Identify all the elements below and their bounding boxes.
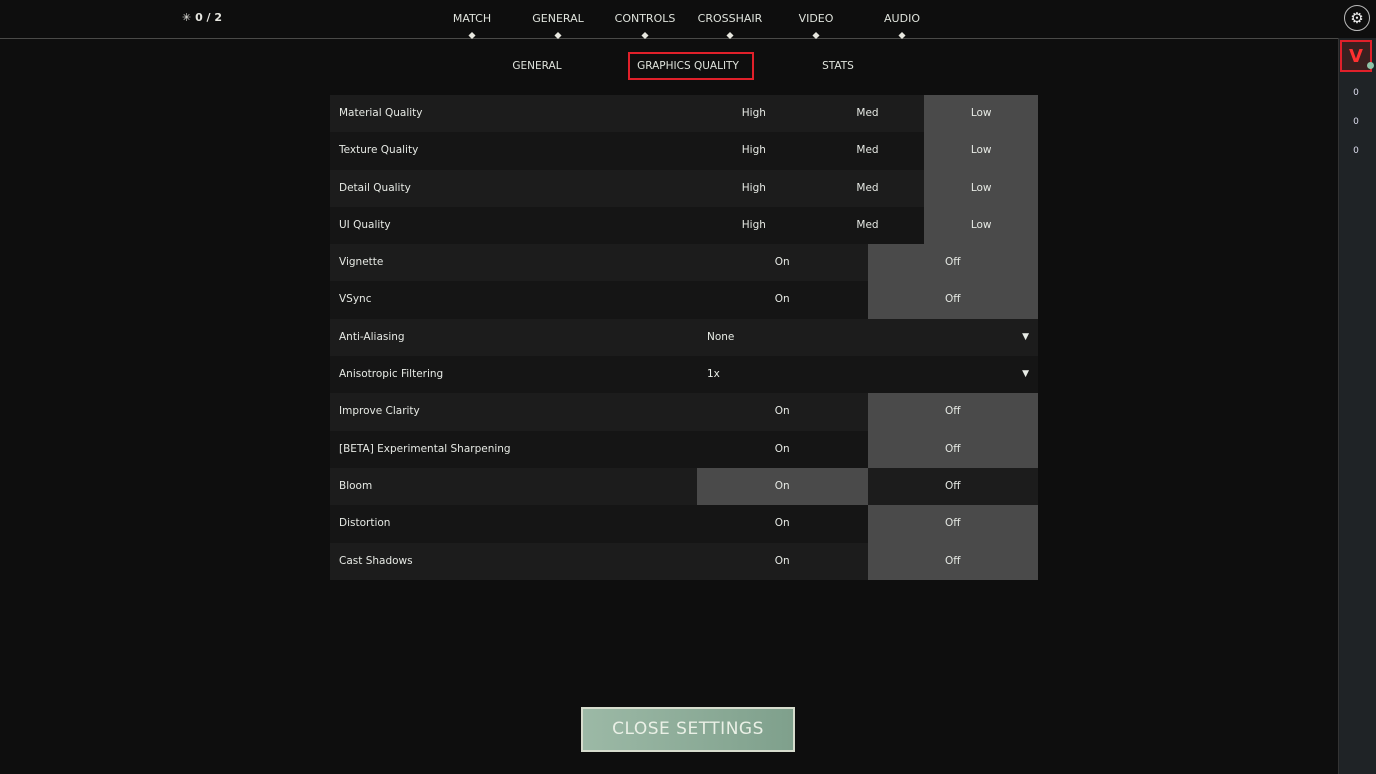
- option-off[interactable]: Off: [867, 281, 1038, 319]
- setting-row-beta-experimental-sharpening: [BETA] Experimental Sharpening On Off: [330, 430, 1038, 468]
- close-settings-button[interactable]: CLOSE SETTINGS: [581, 707, 795, 752]
- gear-icon[interactable]: ⚙: [1344, 5, 1370, 31]
- option-med[interactable]: Med: [811, 207, 925, 244]
- option-med[interactable]: Med: [811, 132, 925, 169]
- subtab-stats[interactable]: STATS: [822, 60, 854, 72]
- option-low[interactable]: Low: [924, 95, 1039, 133]
- tab-video[interactable]: VIDEO: [799, 12, 834, 25]
- option-off[interactable]: Off: [867, 542, 1038, 580]
- option-group: High Med Low: [697, 169, 1039, 207]
- option-off[interactable]: Off: [867, 244, 1038, 282]
- option-high[interactable]: High: [697, 95, 811, 132]
- option-group: On Off: [697, 430, 1038, 468]
- setting-label: Improve Clarity: [339, 405, 420, 418]
- setting-row-ui-quality: UI Quality High Med Low: [330, 206, 1039, 245]
- setting-row-anisotropic-filtering: Anisotropic Filtering 1x ▼: [330, 356, 1038, 394]
- dropdown-select[interactable]: None ▼: [697, 319, 1038, 356]
- setting-label: Material Quality: [339, 107, 423, 119]
- option-on[interactable]: On: [697, 467, 868, 506]
- option-on[interactable]: On: [697, 431, 868, 468]
- setting-label: [BETA] Experimental Sharpening: [339, 442, 511, 455]
- score: 0: [1353, 88, 1359, 98]
- tab-controls[interactable]: CONTROLS: [615, 12, 676, 25]
- option-group: On Off: [697, 542, 1038, 580]
- option-med[interactable]: Med: [811, 95, 925, 132]
- setting-row-bloom: Bloom On Off: [330, 467, 1039, 506]
- setting-label: Texture Quality: [339, 144, 419, 157]
- setting-row-improve-clarity: Improve Clarity On Off: [330, 393, 1038, 431]
- option-low[interactable]: Low: [924, 132, 1039, 170]
- option-group: None ▼: [697, 319, 1038, 356]
- option-on[interactable]: On: [697, 505, 868, 542]
- setting-row-anti-aliasing: Anti-Aliasing None ▼: [330, 318, 1038, 357]
- setting-label: Cast Shadows: [339, 554, 413, 567]
- option-low[interactable]: Low: [924, 206, 1039, 245]
- option-low[interactable]: Low: [924, 169, 1039, 207]
- option-on[interactable]: On: [697, 393, 868, 430]
- match-counter: ✳ 0 / 2: [182, 11, 223, 24]
- option-group: On Off: [697, 244, 1038, 282]
- setting-row-vignette: Vignette On Off: [330, 244, 1038, 282]
- setting-label: Anisotropic Filtering: [339, 368, 444, 381]
- setting-label: UI Quality: [339, 218, 391, 231]
- tab-crosshair[interactable]: CROSSHAIR: [698, 12, 763, 25]
- setting-label: Anti-Aliasing: [339, 330, 405, 343]
- tab-match[interactable]: MATCH: [453, 12, 491, 25]
- option-group: On Off: [697, 281, 1038, 319]
- option-group: On Off: [697, 505, 1038, 543]
- option-on[interactable]: On: [697, 244, 868, 281]
- setting-label: Detail Quality: [339, 181, 411, 194]
- online-status-icon: [1367, 62, 1374, 69]
- setting-label: Distortion: [339, 517, 391, 530]
- option-group: On Off: [697, 393, 1038, 431]
- chevron-down-icon: ▼: [1022, 369, 1029, 380]
- option-group: 1x ▼: [697, 356, 1038, 393]
- option-off[interactable]: Off: [868, 468, 1039, 505]
- setting-label: VSync: [339, 293, 372, 306]
- setting-label: Vignette: [339, 256, 384, 269]
- setting-row-detail-quality: Detail Quality High Med Low: [330, 169, 1039, 207]
- graphics-settings-table: Material Quality High Med Low Texture Qualit…: [330, 95, 1039, 580]
- highlight-box: [628, 52, 754, 80]
- dropdown-value: 1x: [707, 368, 720, 381]
- subtab-general[interactable]: GENERAL: [512, 60, 561, 72]
- score: 0: [1353, 117, 1359, 127]
- score: 0: [1353, 146, 1359, 156]
- setting-row-cast-shadows: Cast Shadows On Off: [330, 542, 1038, 580]
- spark-icon: ✳: [182, 11, 192, 24]
- setting-row-material-quality: Material Quality High Med Low: [330, 95, 1039, 133]
- setting-row-vsync: VSync On Off: [330, 281, 1038, 319]
- option-group: On Off: [697, 467, 1039, 506]
- option-on[interactable]: On: [697, 281, 868, 318]
- option-high[interactable]: High: [697, 170, 811, 207]
- option-high[interactable]: High: [697, 132, 811, 169]
- option-med[interactable]: Med: [811, 170, 925, 207]
- dropdown-value: None: [707, 330, 735, 343]
- setting-label: Bloom: [339, 479, 373, 492]
- chevron-down-icon: ▼: [1022, 331, 1029, 342]
- option-off[interactable]: Off: [867, 393, 1038, 431]
- option-group: High Med Low: [697, 206, 1039, 245]
- tab-audio[interactable]: AUDIO: [884, 12, 920, 25]
- dropdown-select[interactable]: 1x ▼: [697, 356, 1038, 393]
- option-off[interactable]: Off: [867, 505, 1038, 543]
- option-off[interactable]: Off: [867, 430, 1038, 468]
- option-group: High Med Low: [697, 132, 1039, 170]
- option-on[interactable]: On: [697, 543, 868, 580]
- setting-row-distortion: Distortion On Off: [330, 505, 1038, 543]
- option-group: High Med Low: [697, 95, 1039, 133]
- tab-general[interactable]: GENERAL: [532, 12, 584, 25]
- option-high[interactable]: High: [697, 207, 811, 244]
- setting-row-texture-quality: Texture Quality High Med Low: [330, 132, 1039, 170]
